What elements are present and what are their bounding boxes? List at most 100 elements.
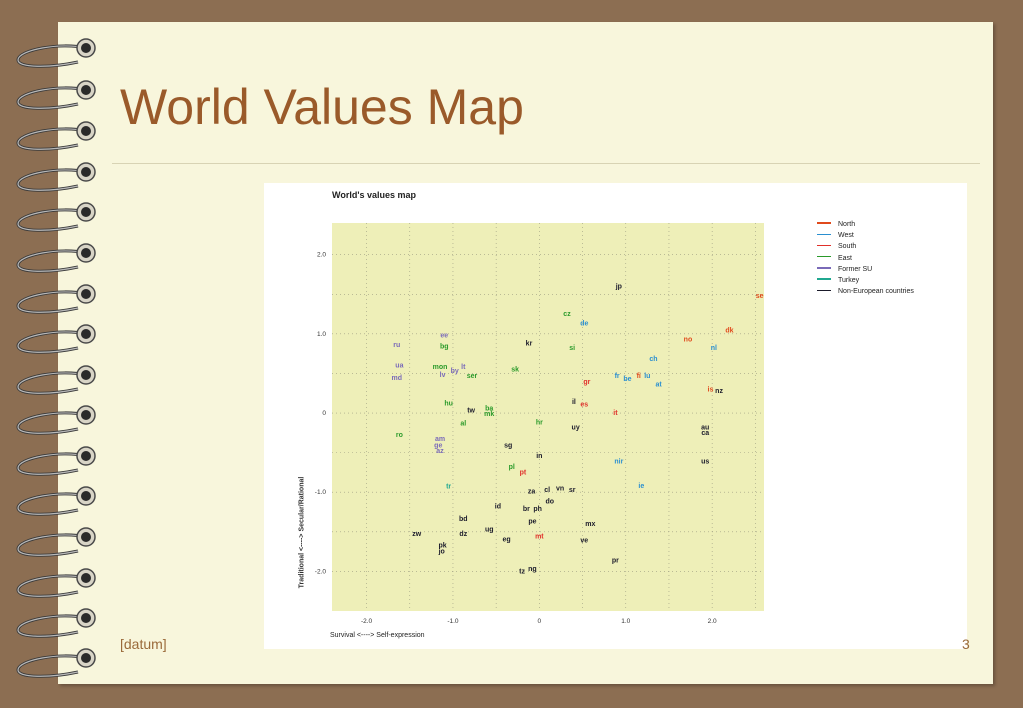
data-point-label: eg xyxy=(502,537,510,544)
data-point-label: sg xyxy=(504,443,512,450)
data-point-label: kr xyxy=(526,340,533,347)
footer-page-number: 3 xyxy=(962,636,970,652)
x-axis-label: Survival <----> Self-expression xyxy=(330,632,425,639)
binding-ring xyxy=(16,38,96,68)
y-tick-label: -1.0 xyxy=(315,489,327,496)
data-point-label: il xyxy=(572,399,576,406)
data-point-label: by xyxy=(451,368,459,375)
data-point-label: tz xyxy=(519,568,525,575)
legend-swatch xyxy=(817,289,831,292)
data-point-label: in xyxy=(536,453,542,460)
data-point-label: se xyxy=(756,293,764,300)
data-point-label: ca xyxy=(701,430,709,437)
y-tick-label: -2.0 xyxy=(315,568,327,575)
binding-ring xyxy=(16,446,96,476)
data-point-label: pr xyxy=(612,557,619,564)
data-point-label: ro xyxy=(396,432,403,439)
legend-label: Turkey xyxy=(838,276,860,284)
data-point-label: mon xyxy=(433,364,448,371)
footer-date: [datum] xyxy=(120,636,167,652)
data-point-label: ua xyxy=(395,363,403,370)
legend-label: Former SU xyxy=(838,265,873,273)
legend-swatch xyxy=(817,244,831,247)
data-point-label: mx xyxy=(585,521,595,528)
data-point-label: mt xyxy=(535,534,544,541)
binding-ring xyxy=(16,568,96,598)
x-tick-label: -2.0 xyxy=(361,618,373,625)
data-point-label: bd xyxy=(459,516,468,523)
y-tick-label: 2.0 xyxy=(317,252,326,259)
legend-label: North xyxy=(838,221,856,228)
data-point-label: tr xyxy=(446,484,451,491)
legend-label: West xyxy=(838,232,854,240)
data-point-label: za xyxy=(528,488,536,495)
data-point-label: nz xyxy=(715,388,723,395)
data-point-label: be xyxy=(623,376,631,383)
data-point-label: sk xyxy=(511,366,519,373)
data-point-label: nir xyxy=(614,458,623,465)
binding-ring xyxy=(16,648,96,678)
data-point-label: lu xyxy=(644,373,650,380)
notebook-binding xyxy=(16,38,96,678)
binding-ring xyxy=(16,243,96,273)
legend-swatch xyxy=(817,255,831,258)
legend-swatch xyxy=(817,267,831,269)
chart-figure: World's values map -2.0 -1.0 0 1.0 2.0 2.0 1.0… xyxy=(264,183,967,649)
data-point-label: ug xyxy=(485,526,494,533)
legend-label: Non-European countries xyxy=(838,288,914,296)
y-tick-label: 1.0 xyxy=(317,331,326,338)
data-point-label: ee xyxy=(440,332,448,339)
data-point-label: vn xyxy=(556,485,564,492)
legend-swatch xyxy=(817,222,831,224)
data-point-label: ph xyxy=(533,506,542,513)
plot-area xyxy=(332,223,764,611)
data-point-label: cz xyxy=(563,311,571,318)
data-point-label: az xyxy=(436,448,444,455)
data-point-label: cl xyxy=(544,487,550,494)
data-point-label: pe xyxy=(528,519,536,526)
binding-ring xyxy=(16,162,96,192)
x-tick-label: 1.0 xyxy=(621,618,630,625)
data-point-label: it xyxy=(613,410,618,417)
binding-ring xyxy=(16,608,96,638)
data-point-label: si xyxy=(569,345,575,352)
data-point-label: fi xyxy=(637,373,641,380)
data-point-label: jo xyxy=(438,549,445,556)
data-point-label: al xyxy=(460,420,466,427)
data-point-label: no xyxy=(684,336,693,343)
legend-item: East xyxy=(817,255,914,266)
data-point-label: hu xyxy=(444,401,453,408)
data-point-label: pl xyxy=(509,464,515,471)
legend-item: North xyxy=(817,221,914,232)
data-point-label: es xyxy=(580,401,588,408)
binding-ring xyxy=(16,284,96,314)
legend-item: Turkey xyxy=(817,277,914,288)
data-point-label: de xyxy=(580,321,588,328)
data-point-label: mk xyxy=(484,411,494,418)
legend-item: South xyxy=(817,243,914,254)
data-point-label: nl xyxy=(711,345,717,352)
binding-ring xyxy=(16,527,96,557)
data-point-label: ch xyxy=(649,356,657,363)
data-point-label: hr xyxy=(536,420,543,427)
binding-ring xyxy=(16,324,96,354)
title-divider xyxy=(112,163,980,164)
data-point-label: ie xyxy=(638,483,644,490)
binding-ring xyxy=(16,80,96,110)
binding-ring xyxy=(16,486,96,516)
data-point-label: tw xyxy=(467,408,475,415)
data-point-label: dz xyxy=(459,531,467,538)
legend-swatch xyxy=(817,278,831,280)
data-point-label: us xyxy=(701,458,709,465)
data-point-label: lt xyxy=(461,364,466,371)
binding-ring xyxy=(16,365,96,395)
data-point-label: uy xyxy=(572,424,580,431)
x-tick-label: 2.0 xyxy=(708,618,717,625)
y-axis-label: Traditional <----> Secular/Rational xyxy=(298,476,306,589)
legend-item: West xyxy=(817,232,914,243)
data-point-label: pt xyxy=(520,469,527,476)
legend-label: South xyxy=(838,243,857,251)
data-point-label: id xyxy=(495,503,501,510)
legend-item: Non-European countries xyxy=(817,288,914,299)
x-tick-label: 0 xyxy=(538,618,542,625)
